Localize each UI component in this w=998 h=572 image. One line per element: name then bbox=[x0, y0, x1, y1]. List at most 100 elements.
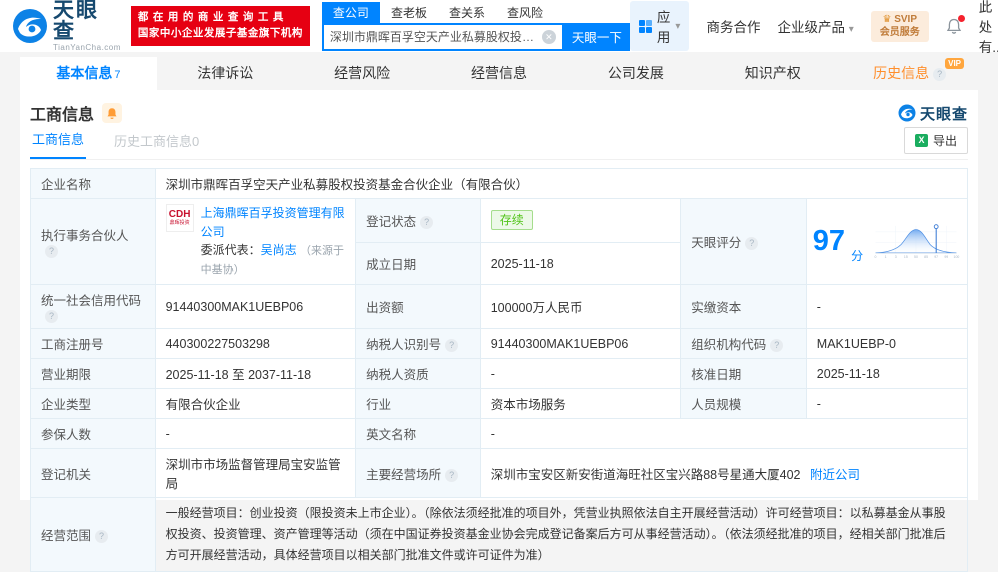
help-icon[interactable]: ? bbox=[45, 245, 58, 259]
help-icon[interactable]: ? bbox=[445, 339, 459, 353]
help-icon[interactable]: ? bbox=[770, 339, 784, 353]
reg-number-value: 440300227503298 bbox=[154, 328, 357, 360]
help-icon[interactable]: ? bbox=[933, 68, 947, 81]
label-text: 登记状态 bbox=[366, 214, 417, 229]
search-tab-company[interactable]: 查公司 bbox=[321, 1, 380, 23]
capital-value: 100000万人民币 bbox=[479, 284, 682, 330]
chevron-down-icon: ▾ bbox=[848, 24, 854, 35]
english-name-value: - bbox=[479, 418, 969, 450]
vip-badge: VIP bbox=[945, 58, 965, 69]
company-name-label: 企业名称 bbox=[30, 168, 156, 199]
paid-capital-value: - bbox=[805, 284, 969, 330]
label-text: 执行事务合伙人 bbox=[41, 229, 129, 244]
score-marker bbox=[933, 223, 939, 229]
logo-subtext: 鼎晖投资 bbox=[169, 220, 190, 226]
search-tab-risk[interactable]: 查风险 bbox=[496, 2, 554, 23]
svg-text:15: 15 bbox=[904, 255, 908, 259]
business-scope-label: 经营范围? bbox=[30, 497, 156, 572]
notification-dot bbox=[957, 14, 965, 22]
nearby-companies-link[interactable]: 附近公司 bbox=[810, 468, 860, 482]
tianyancha-logo[interactable]: 天眼查 TianYanCha.com bbox=[12, 0, 121, 52]
svg-text:3: 3 bbox=[895, 255, 897, 259]
partner-value: CDH 鼎晖投资 上海鼎晖百孚投资管理有限公司 委派代表：吴尚志 （来源于中基协… bbox=[154, 197, 357, 286]
table-row: 工商注册号 440300227503298 纳税人识别号? 91440300MA… bbox=[30, 328, 969, 360]
insured-label: 参保人数 bbox=[30, 418, 156, 450]
top-menu: 应用 ▾ 商务合作 企业级产品 ▾ ♛ SVIP 会员服务 此处有... ▾ bbox=[629, 0, 998, 56]
svg-text:50: 50 bbox=[914, 255, 918, 259]
business-info-table: 企业名称 深圳市鼎晖百孚空天产业私募股权投资基金合伙企业（有限合伙） 执行事务合… bbox=[30, 168, 969, 572]
partner-company-link[interactable]: 上海鼎晖百孚投资管理有限公司 bbox=[201, 206, 345, 239]
menu-cooperation[interactable]: 商务合作 bbox=[706, 16, 760, 36]
search-module: 查公司 查老板 查关系 查风险 ✕ 天眼一下 bbox=[321, 1, 630, 51]
chevron-down-icon: ▾ bbox=[675, 20, 681, 32]
subtab-history-business-info[interactable]: 历史工商信息0 bbox=[112, 131, 201, 159]
search-tab-relation[interactable]: 查关系 bbox=[438, 2, 496, 23]
establish-date-value: 2025-11-18 bbox=[479, 241, 682, 286]
status-value: 存续 bbox=[479, 198, 682, 243]
tab-basic-info[interactable]: 基本信息 7 bbox=[20, 57, 157, 90]
svip-sub-label: 会员服务 bbox=[879, 27, 920, 38]
business-info-card: 工商信息 天眼查 工商信息 历史工商信息0 X 导出 企业名称 深圳市鼎晖百孚空… bbox=[20, 90, 978, 572]
tab-label: 基本信息 bbox=[56, 65, 113, 81]
label-text: 统一社会信用代码 bbox=[41, 294, 142, 309]
tab-history-info[interactable]: 历史信息? VIP bbox=[841, 57, 978, 90]
approval-date-label: 核准日期 bbox=[680, 358, 807, 390]
label-text: 纳税人识别号 bbox=[366, 338, 442, 353]
search-tab-boss[interactable]: 查老板 bbox=[380, 2, 438, 23]
help-icon[interactable]: ? bbox=[95, 530, 109, 544]
apps-grid-icon bbox=[638, 19, 652, 33]
search-tabs: 查公司 查老板 查关系 查风险 bbox=[321, 1, 630, 23]
industry-value: 资本市场服务 bbox=[479, 388, 682, 420]
tab-operating-risk[interactable]: 经营风险 bbox=[294, 57, 431, 90]
subtab-business-info[interactable]: 工商信息 bbox=[30, 129, 87, 159]
help-icon[interactable]: ? bbox=[420, 215, 434, 229]
rep-name-link[interactable]: 吴尚志 bbox=[261, 243, 297, 257]
subtab-label: 历史工商信息 bbox=[114, 134, 193, 149]
address-text: 深圳市宝安区新安街道海旺社区宝兴路88号星通大厦402 bbox=[490, 467, 801, 482]
tab-label: 经营信息 bbox=[471, 65, 527, 81]
excel-icon: X bbox=[914, 134, 928, 147]
svip-label: SVIP bbox=[894, 13, 918, 25]
help-icon[interactable]: ? bbox=[45, 310, 58, 324]
brand-domain: TianYanCha.com bbox=[53, 43, 121, 52]
user-menu[interactable]: 此处有... ▾ bbox=[979, 0, 998, 56]
clear-icon[interactable]: ✕ bbox=[541, 29, 556, 44]
apps-label: 应用 bbox=[656, 10, 671, 45]
establish-date-label: 成立日期 bbox=[355, 241, 481, 286]
staff-size-value: - bbox=[805, 388, 969, 420]
table-row: 企业类型 有限合伙企业 行业 资本市场服务 人员规模 - bbox=[30, 388, 969, 420]
taxpayer-id-value: 91440300MAK1UEBP06 bbox=[479, 328, 682, 360]
score-label: 天眼评分? bbox=[680, 197, 807, 286]
score-distribution-chart: 0 1 3 15 50 85 97 99 100 bbox=[875, 223, 960, 259]
status-badge: 存续 bbox=[490, 210, 533, 231]
logo-text: CDH bbox=[168, 209, 191, 220]
svg-text:100: 100 bbox=[954, 255, 960, 259]
bell-icon bbox=[107, 107, 117, 119]
top-header: 天眼查 TianYanCha.com 都在用的商业查询工具 国家中小企业发展子基… bbox=[0, 0, 998, 55]
export-button[interactable]: X 导出 bbox=[903, 127, 968, 154]
monitor-bell-button[interactable] bbox=[102, 103, 123, 123]
tab-label: 公司发展 bbox=[607, 65, 664, 81]
company-type-value: 有限合伙企业 bbox=[154, 388, 357, 420]
notification-bell[interactable] bbox=[946, 14, 965, 35]
help-icon[interactable]: ? bbox=[745, 237, 759, 251]
tab-company-development[interactable]: 公司发展 bbox=[567, 57, 704, 90]
apps-menu[interactable]: 应用 ▾ bbox=[629, 1, 690, 51]
credit-code-value: 91440300MAK1UEBP06 bbox=[154, 284, 357, 330]
tab-operating-info[interactable]: 经营信息 bbox=[431, 57, 568, 90]
menu-enterprise[interactable]: 企业级产品 ▾ bbox=[777, 16, 853, 36]
label-text: 天眼评分 bbox=[691, 236, 742, 251]
search-button[interactable]: 天眼一下 bbox=[563, 22, 630, 51]
search-box: ✕ bbox=[321, 22, 564, 51]
registration-authority-value: 深圳市市场监督管理局宝安监管局 bbox=[154, 448, 357, 499]
help-icon[interactable]: ? bbox=[445, 468, 459, 482]
tab-legal[interactable]: 法律诉讼 bbox=[157, 57, 294, 90]
tab-count: 7 bbox=[114, 69, 121, 81]
svip-member-badge[interactable]: ♛ SVIP 会员服务 bbox=[870, 10, 929, 42]
search-input[interactable] bbox=[329, 29, 542, 44]
label-text: 主要经营场所 bbox=[366, 467, 442, 482]
business-term-label: 营业期限 bbox=[30, 358, 156, 390]
crown-icon: ♛ bbox=[882, 13, 892, 25]
tab-intellectual-property[interactable]: 知识产权 bbox=[704, 57, 841, 90]
address-value: 深圳市宝安区新安街道海旺社区宝兴路88号星通大厦402 附近公司 bbox=[479, 448, 969, 499]
